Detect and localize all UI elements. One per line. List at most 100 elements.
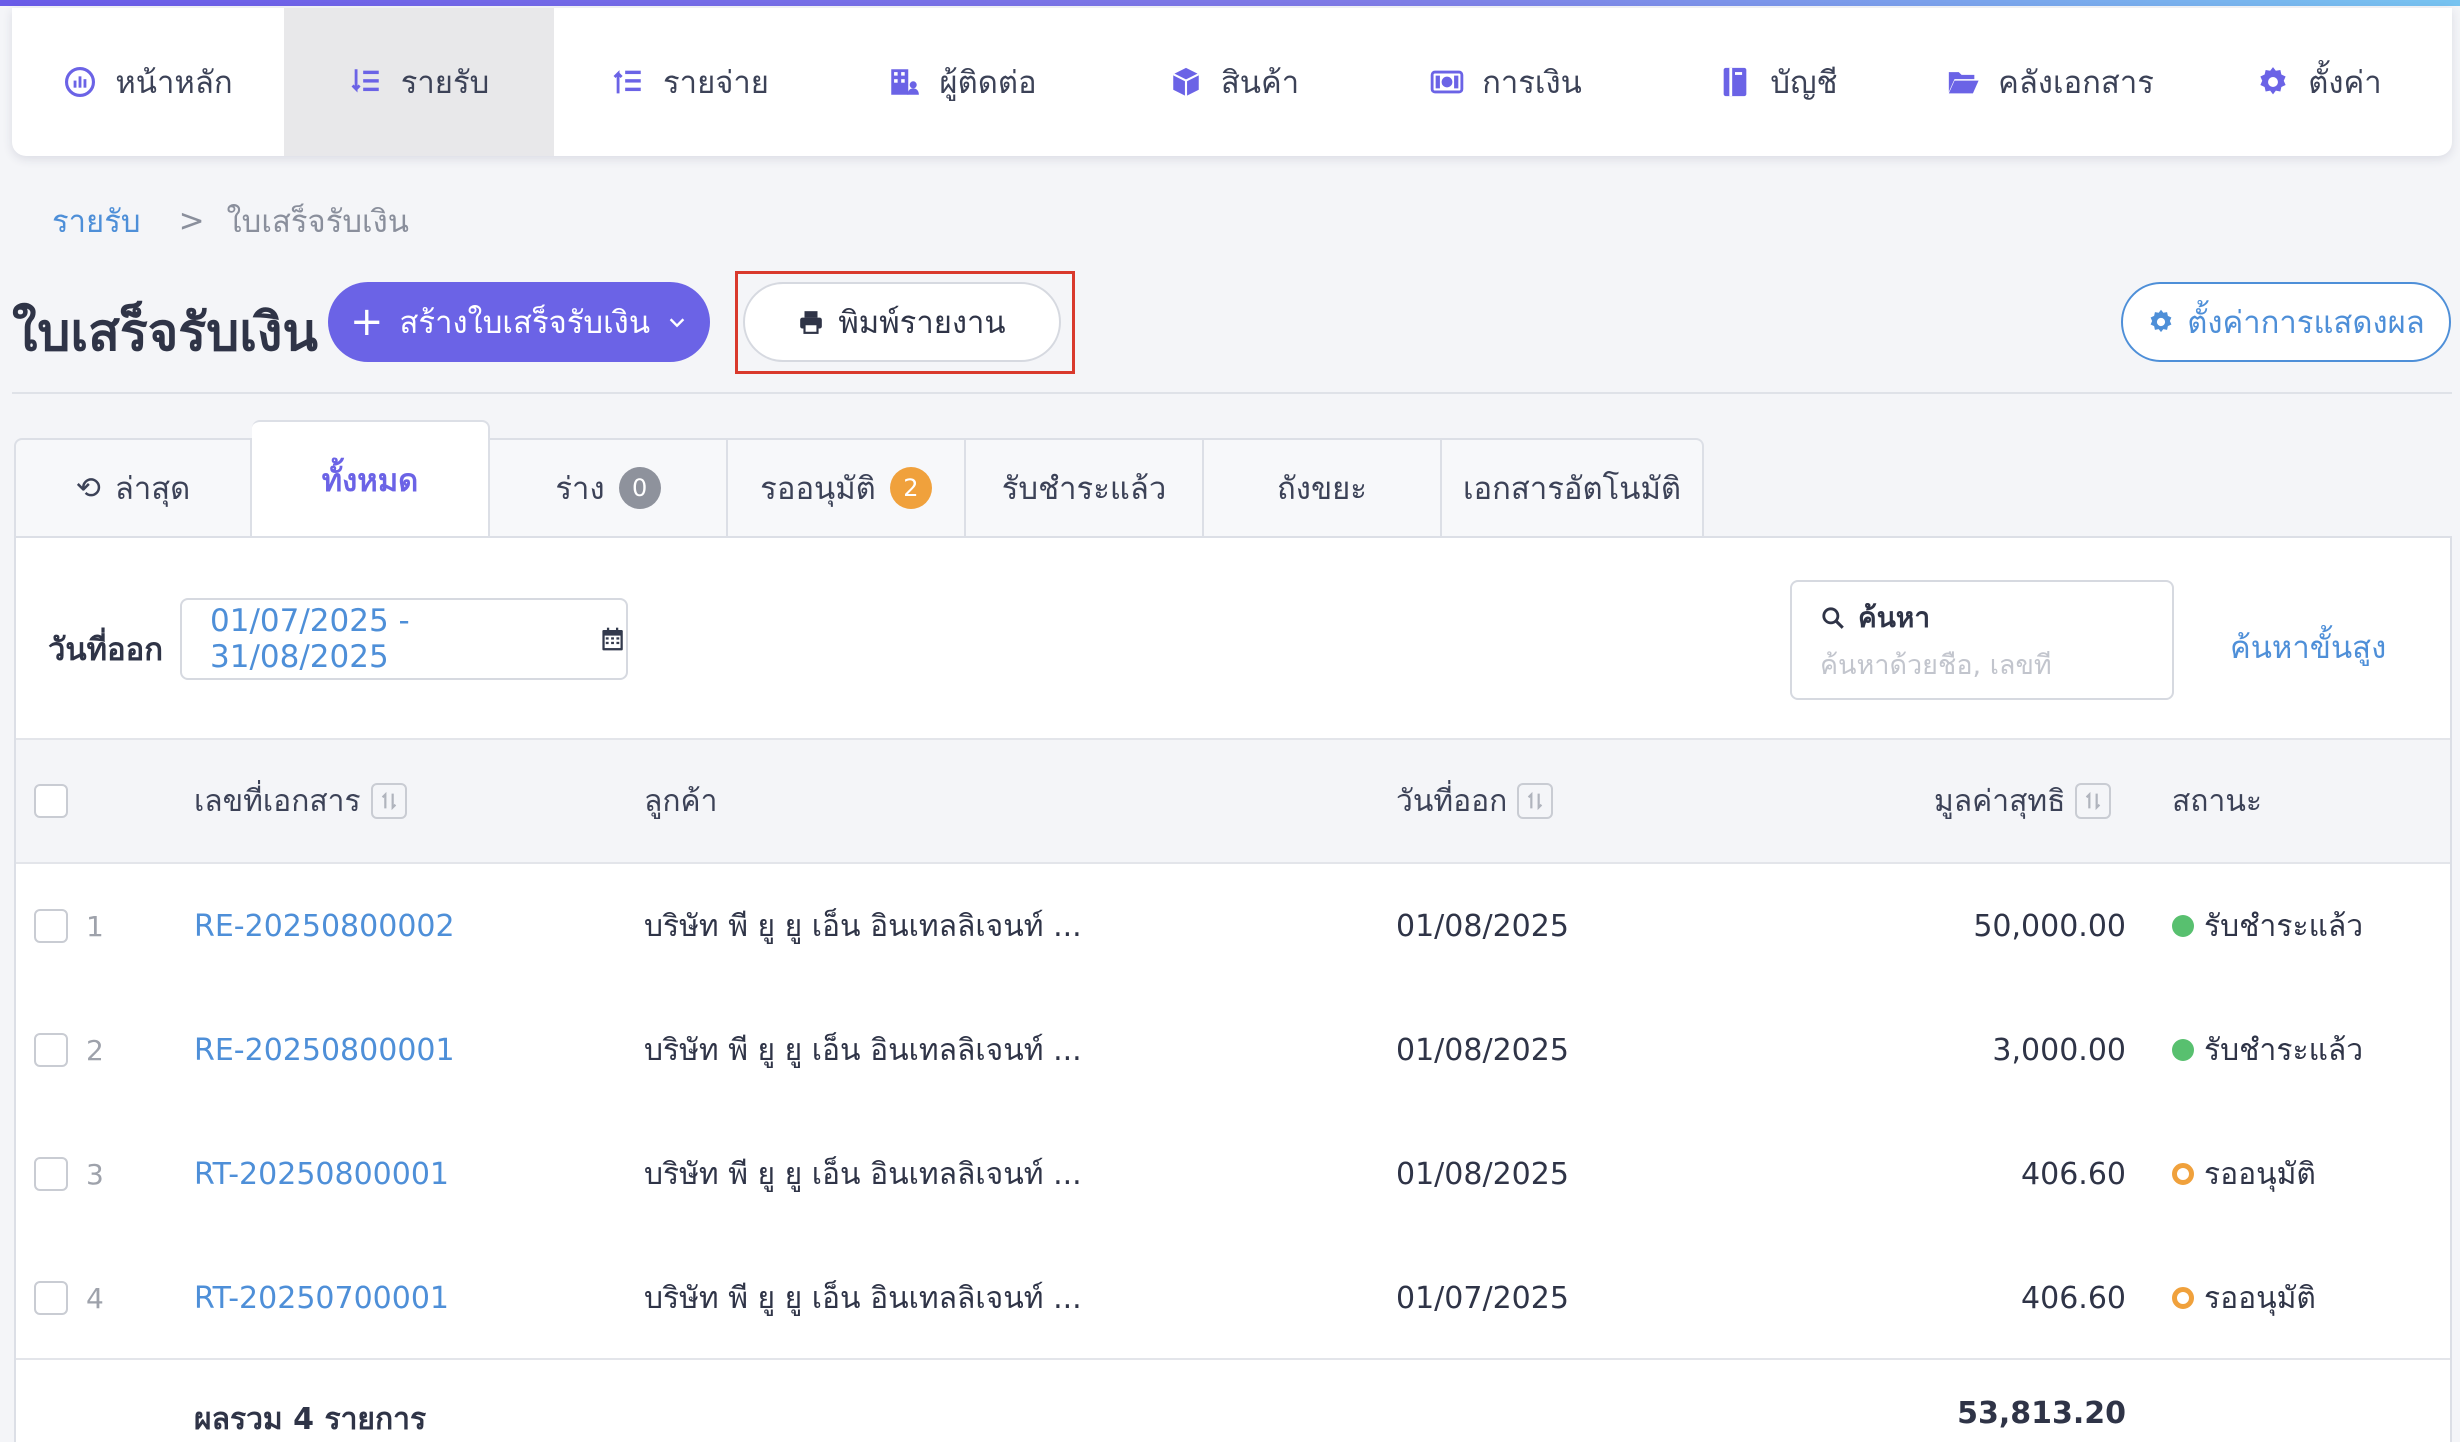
customer-name: บริษัท พี ยู ยู เอ็น อินเทลลิเจนท์ ...	[644, 1156, 1082, 1192]
tab-all[interactable]: ทั้งหมด	[252, 420, 490, 538]
create-receipt-button[interactable]: + สร้างใบเสร็จรับเงิน	[328, 282, 710, 362]
receipt-list-panel: วันที่ออก 01/07/2025 - 31/08/2025 ค้นหา …	[14, 536, 2452, 1442]
row-number: 1	[86, 909, 104, 943]
net-value: 406.60	[2021, 1156, 2126, 1192]
breadcrumb-parent-link[interactable]: รายรับ	[52, 196, 141, 246]
net-value: 3,000.00	[1992, 1032, 2126, 1068]
breadcrumb-current: ใบเสร็จรับเงิน	[226, 204, 409, 240]
tab-auto-documents[interactable]: เอกสารอัตโนมัติ	[1442, 438, 1704, 538]
tab-label-latest: ล่าสุด	[114, 471, 191, 507]
doc-number-link[interactable]: RE-20250800002	[194, 909, 455, 944]
table-row[interactable]: 4 RT-20250700001 บริษัท พี ยู ยู เอ็น อิ…	[16, 1236, 2450, 1360]
tab-label-trash: ถังขยะ	[1277, 471, 1367, 507]
nav-item-finance[interactable]: การเงิน	[1370, 8, 1642, 156]
chevron-down-icon	[669, 318, 685, 328]
date-range-picker[interactable]: 01/07/2025 - 31/08/2025	[180, 598, 628, 680]
column-doc-no-label: เลขที่เอกสาร	[194, 783, 361, 819]
column-date[interactable]: วันที่ออก	[1396, 740, 1554, 862]
status-text: รับชำระแล้ว	[2204, 908, 2364, 944]
nav-item-expense[interactable]: รายจ่าย	[554, 8, 826, 156]
date-range-value: 01/07/2025 - 31/08/2025	[210, 603, 410, 675]
gear-icon	[2256, 65, 2290, 99]
tab-draft[interactable]: ร่าง 0	[490, 438, 728, 538]
status-dot	[2172, 915, 2194, 937]
issue-date: 01/08/2025	[1396, 908, 1569, 944]
search-label: ค้นหา	[1858, 601, 1931, 634]
sort-icon[interactable]	[1517, 783, 1554, 819]
issue-date: 01/08/2025	[1396, 1032, 1569, 1068]
table-row[interactable]: 3 RT-20250800001 บริษัท พี ยู ยู เอ็น อิ…	[16, 1112, 2450, 1236]
tab-label-all: ทั้งหมด	[321, 463, 419, 499]
tab-paid[interactable]: รับชำระแล้ว	[966, 438, 1204, 538]
table-total-value: 53,813.20	[1957, 1396, 2126, 1431]
breadcrumb: รายรับ > ใบเสร็จรับเงิน	[52, 196, 409, 246]
doc-number-link[interactable]: RT-20250800001	[194, 1157, 449, 1192]
row-checkbox[interactable]	[34, 1281, 68, 1315]
column-customer: ลูกค้า	[644, 740, 717, 862]
nav-label-documents: คลังเอกสาร	[1998, 65, 2154, 101]
display-settings-button[interactable]: ตั้งค่าการแสดงผล	[2121, 282, 2451, 362]
column-status: สถานะ	[2172, 740, 2262, 862]
row-number: 3	[86, 1157, 104, 1191]
plus-icon: +	[349, 299, 384, 345]
status-text: รออนุมัติ	[2204, 1156, 2316, 1192]
column-customer-label: ลูกค้า	[644, 783, 718, 819]
advanced-search-link[interactable]: ค้นหาขั้นสูง	[2230, 622, 2386, 672]
net-value: 50,000.00	[1973, 908, 2126, 944]
nav-item-contacts[interactable]: ผู้ติดต่อ	[826, 8, 1098, 156]
display-settings-label: ตั้งค่าการแสดงผล	[2187, 305, 2425, 341]
column-net-value-label: มูลค่าสุทธิ	[1934, 783, 2066, 819]
net-value: 406.60	[2021, 1280, 2126, 1316]
tab-label-paid: รับชำระแล้ว	[1001, 471, 1167, 507]
row-number: 2	[86, 1033, 104, 1067]
customer-name: บริษัท พี ยู ยู เอ็น อินเทลลิเจนท์ ...	[644, 1280, 1082, 1316]
breadcrumb-separator: >	[178, 203, 205, 239]
tab-label-auto-documents: เอกสารอัตโนมัติ	[1462, 471, 1682, 507]
search-input[interactable]	[1820, 650, 2140, 681]
tab-latest[interactable]: ⟲ ล่าสุด	[14, 438, 252, 538]
nav-item-products[interactable]: สินค้า	[1098, 8, 1370, 156]
issue-date: 01/07/2025	[1396, 1280, 1569, 1316]
money-bill-icon	[1430, 65, 1464, 99]
nav-item-settings[interactable]: ตั้งค่า	[2186, 8, 2452, 156]
row-checkbox[interactable]	[34, 909, 68, 943]
row-checkbox[interactable]	[34, 1033, 68, 1067]
doc-number-link[interactable]: RE-20250800001	[194, 1033, 455, 1068]
search-icon	[1822, 607, 1844, 629]
row-checkbox[interactable]	[34, 1157, 68, 1191]
status-tabs: ⟲ ล่าสุด ทั้งหมด ร่าง 0 รออนุมัติ 2 รับช…	[14, 420, 1704, 538]
table-footer-divider	[16, 1358, 2450, 1360]
doc-number-link[interactable]: RT-20250700001	[194, 1281, 449, 1316]
column-doc-no[interactable]: เลขที่เอกสาร	[194, 740, 407, 862]
page-title: ใบเสร็จรับเงิน	[12, 303, 318, 363]
tab-trash[interactable]: ถังขยะ	[1204, 438, 1442, 538]
table-row[interactable]: 2 RE-20250800001 บริษัท พี ยู ยู เอ็น อิ…	[16, 988, 2450, 1112]
sort-icon[interactable]	[370, 783, 407, 819]
column-date-label: วันที่ออก	[1396, 783, 1508, 819]
select-all-checkbox[interactable]	[34, 784, 68, 818]
nav-item-income[interactable]: รายรับ	[284, 8, 554, 156]
table-header: เลขที่เอกสาร ลูกค้า วันที่ออก มูลค่าสุทธ…	[16, 738, 2450, 864]
nav-item-home[interactable]: หน้าหลัก	[12, 8, 284, 156]
nav-item-accounting[interactable]: บัญชี	[1642, 8, 1914, 156]
draft-count-badge: 0	[618, 467, 661, 509]
nav-label-products: สินค้า	[1220, 65, 1300, 101]
tab-pending[interactable]: รออนุมัติ 2	[728, 438, 966, 538]
status-dot	[2172, 1039, 2194, 1061]
table-row[interactable]: 1 RE-20250800002 บริษัท พี ยู ยู เอ็น อิ…	[16, 864, 2450, 988]
customer-name: บริษัท พี ยู ยู เอ็น อินเทลลิเจนท์ ...	[644, 908, 1082, 944]
date-filter-label: วันที่ออก	[48, 632, 164, 668]
customer-name: บริษัท พี ยู ยู เอ็น อินเทลลิเจนท์ ...	[644, 1032, 1082, 1068]
sort-icon[interactable]	[2075, 783, 2112, 819]
print-report-button[interactable]: พิมพ์รายงาน	[743, 282, 1061, 362]
row-number: 4	[86, 1281, 104, 1315]
nav-item-documents[interactable]: คลังเอกสาร	[1914, 8, 2186, 156]
column-net-value[interactable]: มูลค่าสุทธิ	[1934, 740, 2112, 862]
main-nav: หน้าหลัก รายรับ รายจ่าย ผู้ติดต่อ สินค้า…	[12, 8, 2452, 156]
ledger-book-icon	[1718, 65, 1752, 99]
column-status-label: สถานะ	[2172, 783, 2262, 819]
printer-icon	[800, 311, 823, 334]
tab-label-draft: ร่าง	[555, 471, 605, 507]
title-divider	[12, 392, 2452, 394]
expense-sort-icon	[611, 65, 645, 99]
